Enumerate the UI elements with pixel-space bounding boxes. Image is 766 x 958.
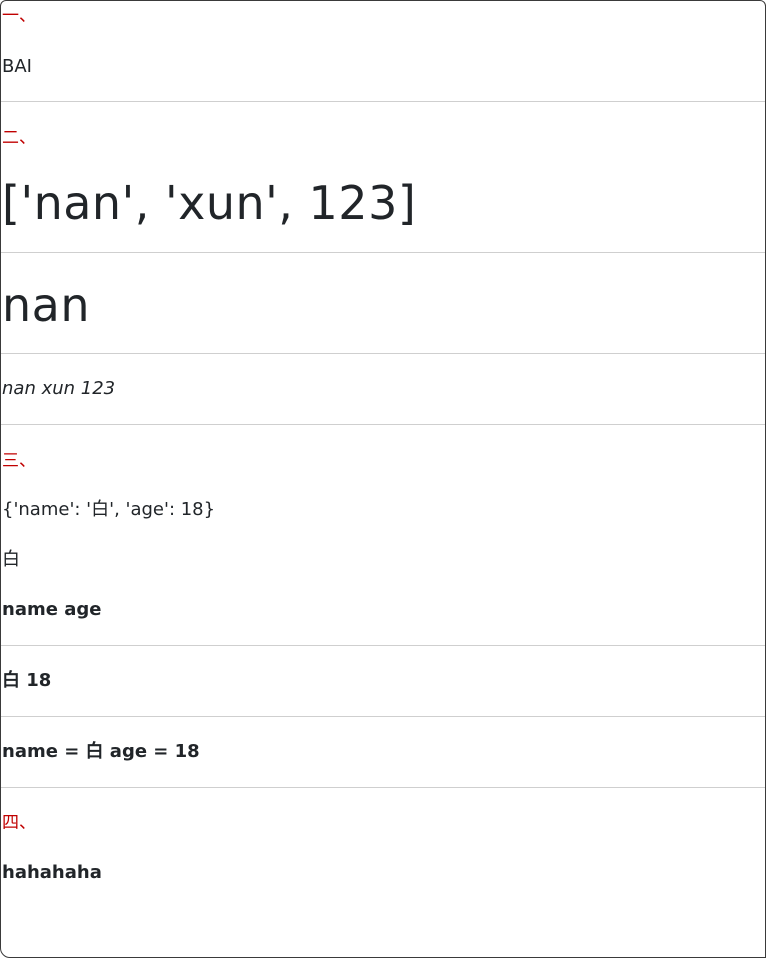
dict-repr-text: {'name': '白', 'age': 18} xyxy=(2,499,216,520)
section-1-heading: 一、 xyxy=(2,6,36,26)
divider xyxy=(1,101,765,102)
divider xyxy=(1,645,765,646)
page-frame: 一、 BAI 二、 ['nan', 'xun', 123] nan nan xu… xyxy=(0,0,766,958)
divider xyxy=(1,787,765,788)
section-1-value: BAI xyxy=(2,56,32,77)
section-4-heading: 四、 xyxy=(2,813,36,833)
dict-pairs-text: name = 白 age = 18 xyxy=(2,741,200,762)
name-value-text: 白 xyxy=(2,549,20,570)
dict-keys-text: name age xyxy=(2,599,102,620)
first-item-heading: nan xyxy=(2,278,90,332)
dict-values-text: 白 18 xyxy=(2,670,52,691)
section-3-heading: 三、 xyxy=(2,451,36,471)
section-2-heading: 二、 xyxy=(2,128,36,148)
divider xyxy=(1,252,765,253)
divider xyxy=(1,424,765,425)
divider xyxy=(1,716,765,717)
list-repr-heading: ['nan', 'xun', 123] xyxy=(2,176,417,230)
divider xyxy=(1,353,765,354)
section-4-text: hahahaha xyxy=(2,862,102,883)
items-joined-text: nan xun 123 xyxy=(2,378,116,399)
